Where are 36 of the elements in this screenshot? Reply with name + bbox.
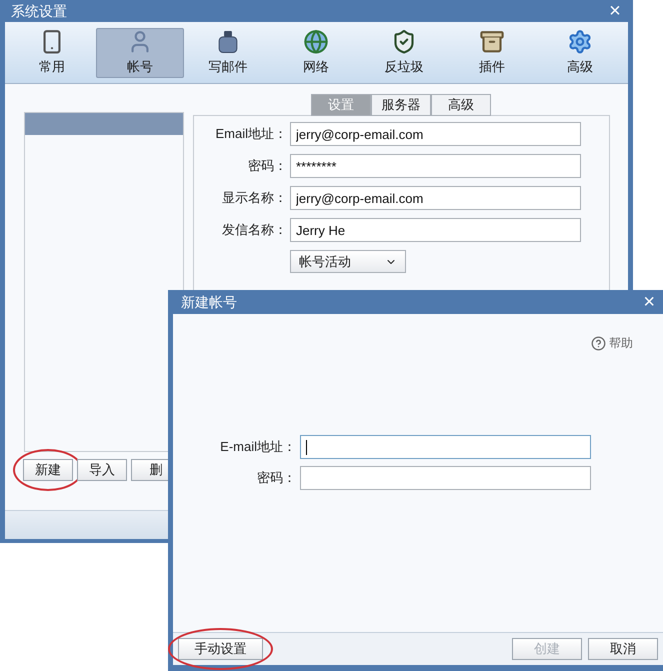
close-button[interactable]: ×: [643, 292, 655, 312]
gear-icon: [567, 28, 593, 54]
text-field[interactable]: jerry@corp-email.com: [290, 186, 581, 210]
help-link[interactable]: 帮助: [591, 334, 633, 352]
help-icon: [591, 336, 606, 350]
field-label: 显示名称：: [221, 189, 287, 208]
field-label: 密码：: [256, 469, 296, 488]
box-icon: [479, 28, 505, 54]
window-title: 系统设置: [11, 2, 67, 20]
toolbar-item[interactable]: 高级: [536, 28, 624, 78]
toolbar-item[interactable]: 反垃圾: [360, 28, 448, 78]
field-label: Email地址：: [214, 125, 287, 144]
text-field[interactable]: jerry@corp-email.com: [290, 122, 581, 146]
button[interactable]: 导入: [77, 458, 127, 481]
dropdown[interactable]: 帐号活动: [290, 250, 406, 273]
toolbar-item[interactable]: 写邮件: [184, 28, 272, 78]
toolbar-item[interactable]: 网络: [272, 28, 360, 78]
text-field[interactable]: Jerry He: [290, 218, 581, 242]
toolbar-item[interactable]: 插件: [448, 28, 536, 78]
globe-icon: [303, 28, 329, 54]
tab[interactable]: 高级: [431, 94, 491, 116]
toolbar-item[interactable]: 常用: [8, 28, 96, 78]
text-field[interactable]: ********: [290, 154, 581, 178]
field-label: 发信名称：: [221, 221, 287, 240]
tab[interactable]: 服务器: [371, 94, 431, 116]
close-button[interactable]: ×: [604, 1, 626, 21]
text-field[interactable]: [300, 435, 591, 459]
dialog-title: 新建帐号: [181, 292, 237, 312]
button[interactable]: 取消: [588, 638, 658, 660]
field-label: 密码：: [247, 157, 287, 176]
text-field[interactable]: [300, 466, 591, 490]
field-label: E-mail地址：: [219, 438, 296, 456]
button[interactable]: 新建: [23, 458, 73, 481]
button[interactable]: 手动设置: [178, 638, 263, 660]
text-cursor: [306, 440, 307, 454]
toolbar-item[interactable]: 帐号: [96, 28, 184, 78]
